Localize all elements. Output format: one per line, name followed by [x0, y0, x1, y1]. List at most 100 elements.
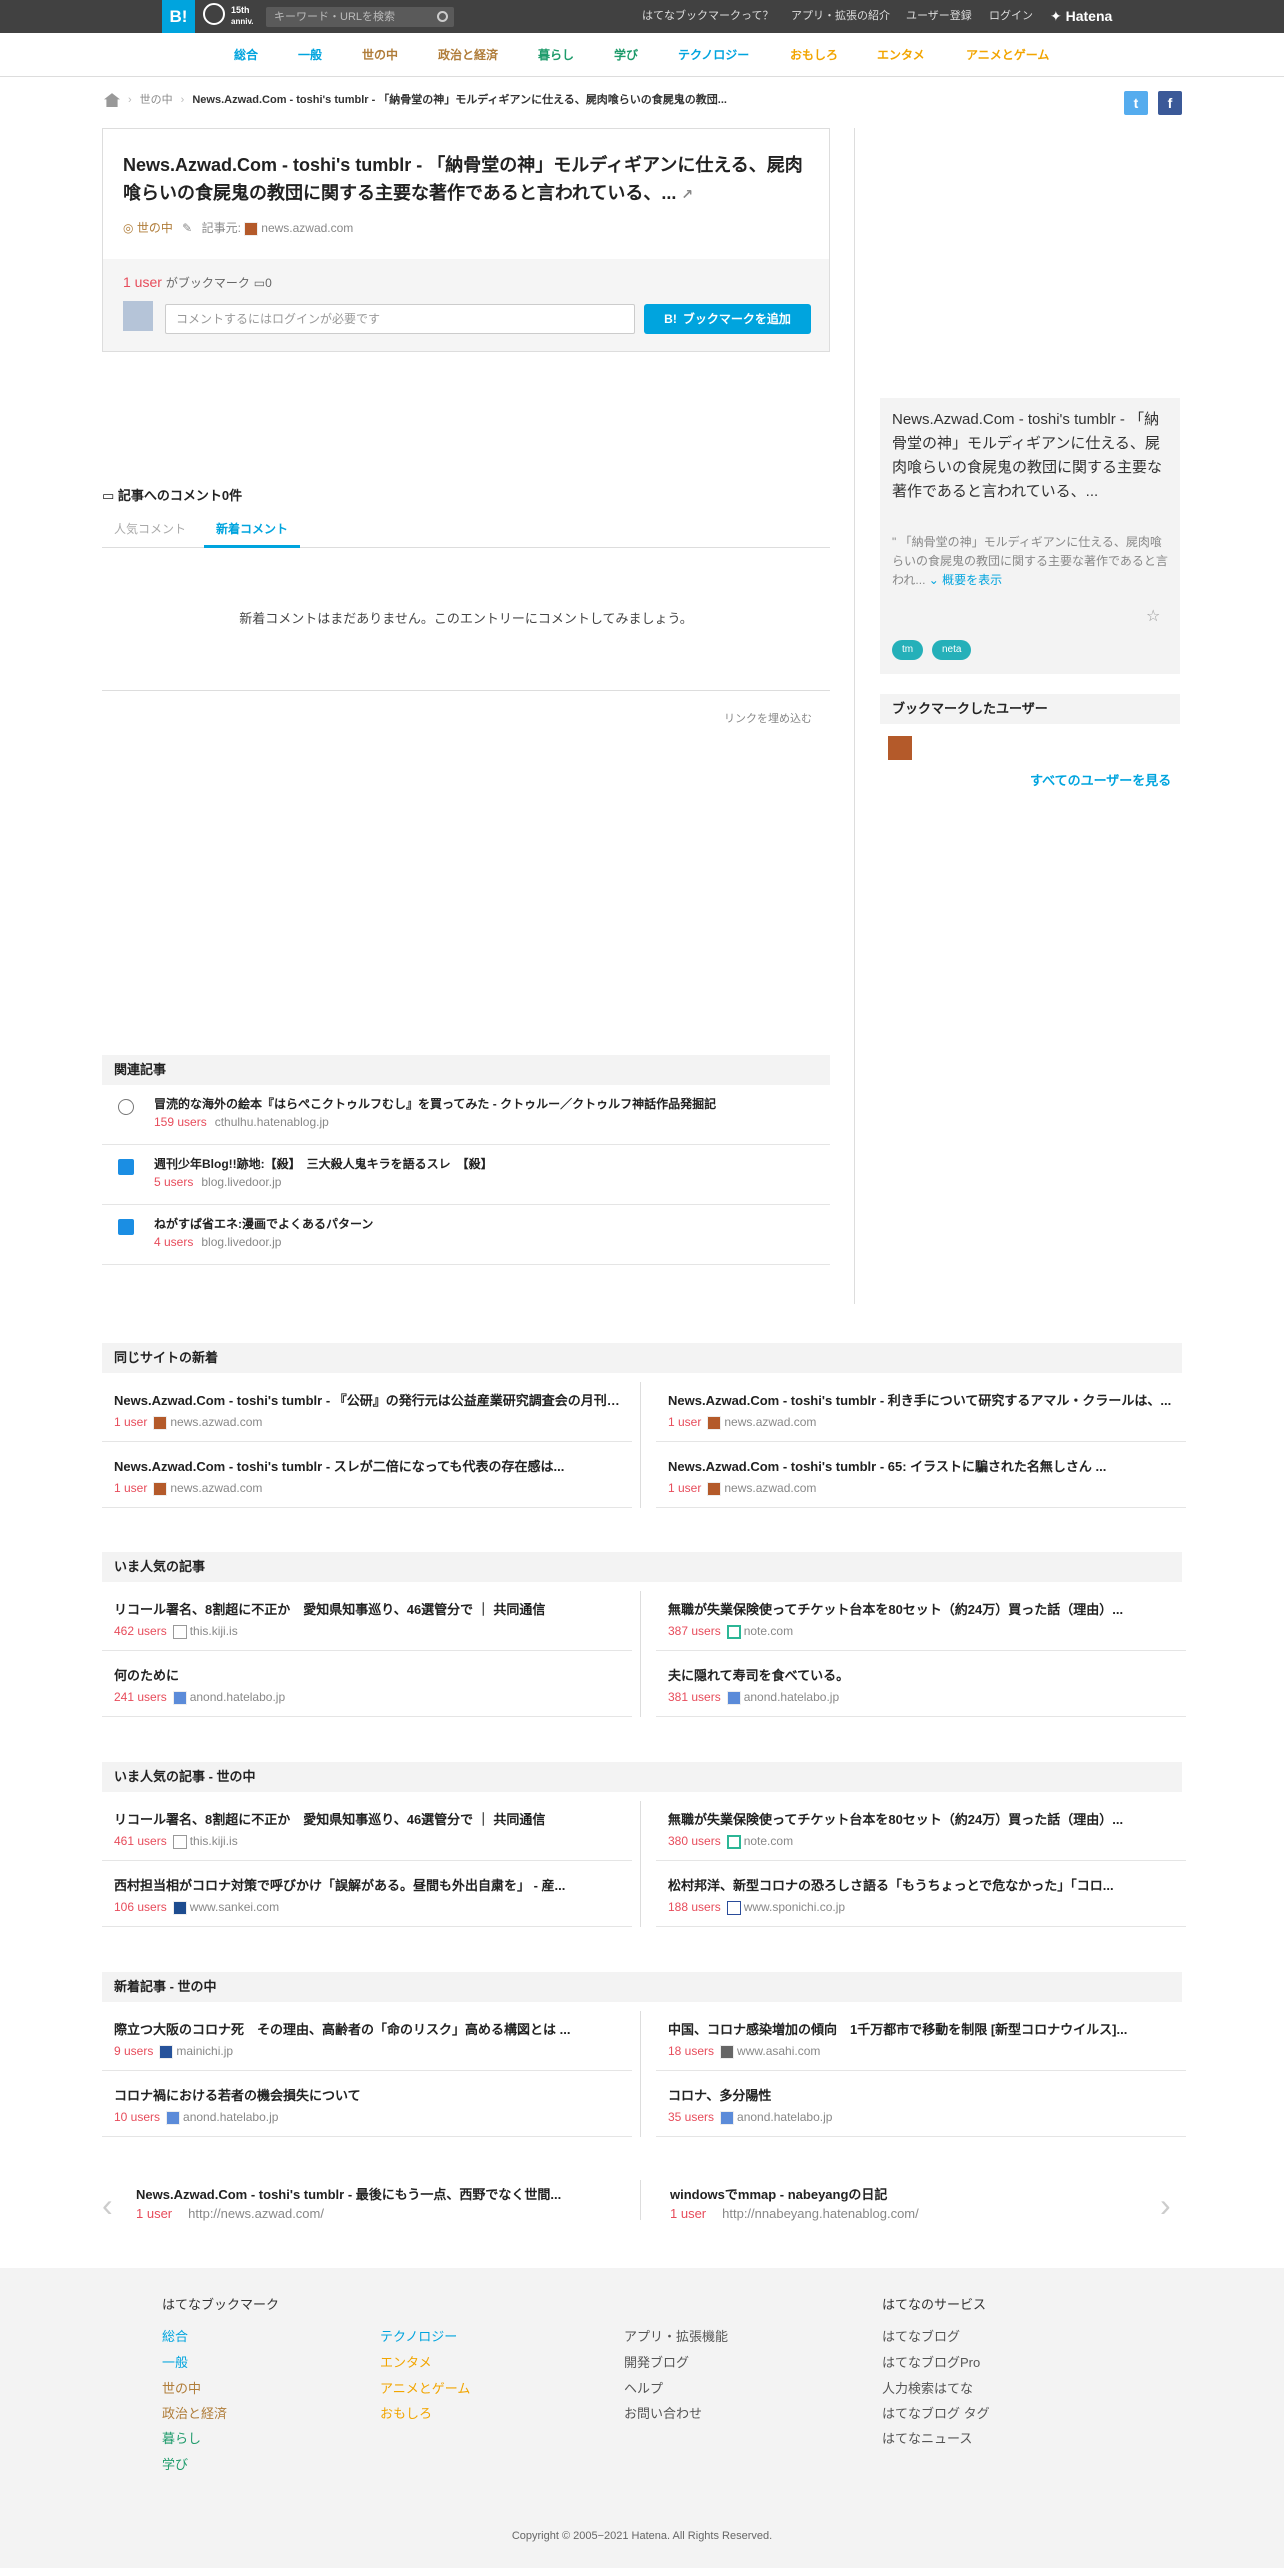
footer-link[interactable]: 学び — [162, 2454, 188, 2473]
list-item[interactable]: 松村邦洋、新型コロナの恐ろしさ語る「もうちょっとで危なかった」「コロ... 188… — [656, 1861, 1186, 1927]
list-item[interactable]: 無職が失業保険使ってチケット台本を80セット（約24万）買った話（理由）... 3… — [656, 1585, 1186, 1651]
list-item[interactable]: News.Azwad.Com - toshi's tumblr - 利き手につい… — [656, 1376, 1186, 1442]
bookmark-count[interactable]: 1 user がブックマーク ▭0 — [123, 274, 272, 291]
footer-link[interactable]: お問い合わせ — [624, 2403, 702, 2422]
breadcrumb-category[interactable]: 世の中 — [140, 94, 173, 106]
column-divider — [854, 128, 855, 1304]
facebook-share-icon[interactable]: f — [1158, 91, 1182, 115]
chevron-left-icon[interactable]: ‹ — [102, 2189, 113, 2221]
list-item[interactable]: 西村担当相がコロナ対策で呼びかけ「誤解がある。昼間も外出自粛を」 - 産... 1… — [102, 1861, 632, 1927]
list-item[interactable]: リコール署名、8割超に不正か 愛知県知事巡り、46選管分で ｜ 共同通信 461 … — [102, 1795, 632, 1861]
summary-desc: " 「納骨堂の神」モルディギアンに仕える、屍肉喰らいの食屍鬼の教団に関する主要な… — [892, 535, 1168, 587]
entry-summary-box: News.Azwad.Com - toshi's tumblr - 「納骨堂の神… — [880, 398, 1180, 674]
nav-item-game[interactable]: アニメとゲーム — [966, 33, 1049, 77]
nav-item-society[interactable]: 世の中 — [362, 33, 398, 77]
footer-link[interactable]: はてなブログPro — [882, 2352, 980, 2371]
footer: はてなブックマーク はてなのサービス 総合 一般 世の中 政治と経済 暮らし 学… — [0, 2268, 1284, 2568]
list-item[interactable]: 中国、コロナ感染増加の傾向 1千万都市で移動を制限 [新型コロナウイルス]...… — [656, 2005, 1186, 2071]
edit-icon[interactable]: ✎ — [182, 221, 192, 235]
nav-item-it[interactable]: テクノロジー — [678, 33, 749, 77]
all-users-link[interactable]: すべてのユーザーを見る — [1030, 770, 1171, 789]
divider — [640, 1591, 641, 1717]
footer-link[interactable]: 政治と経済 — [162, 2403, 227, 2422]
footer-link[interactable]: はてなブログ タグ — [882, 2403, 990, 2422]
list-item[interactable]: 何のために 241 users anond.hatelabo.jp — [102, 1651, 632, 1717]
list-item[interactable]: News.Azwad.Com - toshi's tumblr - 65: イラ… — [656, 1442, 1186, 1508]
footer-link[interactable]: 開発ブログ — [624, 2352, 689, 2371]
twitter-share-icon[interactable]: t — [1124, 91, 1148, 115]
related-item[interactable]: ねがすば省エネ:漫画でよくあるパターン 4 users blog.livedoor… — [102, 1205, 830, 1265]
footer-link[interactable]: 世の中 — [162, 2378, 201, 2397]
comment-icon: ▭ — [102, 488, 115, 503]
signup-link[interactable]: ユーザー登録 — [906, 0, 972, 33]
footer-link[interactable]: 総合 — [162, 2326, 188, 2345]
list-item[interactable]: News.Azwad.Com - toshi's tumblr - 『公研』の発… — [102, 1376, 632, 1442]
star-icon[interactable]: ☆ — [1146, 606, 1160, 626]
list-item[interactable]: コロナ、多分陽性 35 users anond.hatelabo.jp — [656, 2071, 1186, 2137]
about-link[interactable]: はてなブックマークって？ — [642, 0, 773, 33]
footer-link[interactable]: 人力検索はてな — [882, 2378, 973, 2397]
tag-tm[interactable]: tm — [892, 640, 924, 660]
prev-entry-title[interactable]: News.Azwad.Com - toshi's tumblr - 最後にもう一… — [136, 2184, 561, 2203]
footer-link[interactable]: はてなブログ — [882, 2326, 960, 2345]
footer-link[interactable]: おもしろ — [380, 2403, 432, 2422]
nav-item-general[interactable]: 一般 — [298, 33, 322, 77]
nav-item-knowledge[interactable]: 学び — [614, 33, 638, 77]
comment-tabs: 人気コメント 新着コメント — [102, 514, 830, 548]
list-item[interactable]: News.Azwad.Com - toshi's tumblr - スレが二倍に… — [102, 1442, 632, 1508]
search-input[interactable]: キーワード・URLを検索 — [266, 7, 454, 27]
tab-new-comments[interactable]: 新着コメント — [204, 514, 301, 548]
top-bar: B! 15th anniv. キーワード・URLを検索 はてなブックマークって？ … — [0, 0, 1284, 33]
nav-item-general-all[interactable]: 総合 — [234, 33, 258, 77]
tab-popular-comments[interactable]: 人気コメント — [102, 514, 198, 548]
bookmark-users-heading: ブックマークしたユーザー — [880, 694, 1180, 724]
show-summary-link[interactable]: ⌄ 概要を表示 — [929, 573, 1002, 587]
footer-link[interactable]: はてなニュース — [882, 2428, 972, 2447]
nav-item-fun[interactable]: おもしろ — [790, 33, 838, 77]
tag-neta[interactable]: neta — [932, 640, 972, 660]
embed-link[interactable]: リンクを埋め込む — [724, 710, 812, 726]
footer-link[interactable]: ヘルプ — [624, 2378, 663, 2397]
list-item[interactable]: 際立つ大阪のコロナ死 その理由、高齢者の「命のリスク」高める構図とは ... 9 … — [102, 2005, 632, 2071]
apps-link[interactable]: アプリ・拡張の紹介 — [791, 0, 890, 33]
bookmark-user-avatar[interactable] — [888, 736, 912, 760]
next-entry-title[interactable]: windowsでmmap - nabeyangの日記 — [670, 2184, 887, 2203]
footer-link[interactable]: 一般 — [162, 2352, 188, 2371]
footer-link[interactable]: エンタメ — [380, 2352, 432, 2371]
related-heading: 関連記事 — [102, 1055, 830, 1085]
entry-title[interactable]: News.Azwad.Com - toshi's tumblr - 「納骨堂の神… — [123, 151, 813, 208]
anniversary-logo: 15th anniv. — [203, 3, 254, 30]
home-icon[interactable] — [104, 93, 120, 108]
list-item[interactable]: 夫に隠れて寿司を食べている。 381 users anond.hatelabo.jp — [656, 1651, 1186, 1717]
chevron-right-icon[interactable]: › — [1160, 2189, 1171, 2221]
breadcrumb-current: News.Azwad.Com - toshi's tumblr - 「納骨堂の神… — [192, 94, 727, 106]
footer-link[interactable]: 暮らし — [162, 2428, 201, 2447]
hatena-bookmark-logo[interactable]: B! — [162, 0, 195, 33]
nav-item-life[interactable]: 暮らし — [538, 33, 574, 77]
entry-category[interactable]: ◎ 世の中 — [123, 221, 173, 235]
search-icon[interactable] — [437, 11, 448, 22]
popular-heading: いま人気の記事 — [102, 1552, 1182, 1582]
hatena-brand[interactable]: ✦ Hatena — [1050, 0, 1112, 33]
list-item[interactable]: リコール署名、8割超に不正か 愛知県知事巡り、46選管分で ｜ 共同通信 462 … — [102, 1585, 632, 1651]
comment-input[interactable]: コメントするにはログインが必要です — [165, 304, 635, 334]
footer-link[interactable]: アプリ・拡張機能 — [624, 2326, 728, 2345]
nav-item-politics[interactable]: 政治と経済 — [438, 33, 498, 77]
footer-link[interactable]: テクノロジー — [380, 2326, 457, 2345]
add-bookmark-button[interactable]: B! ブックマークを追加 — [644, 304, 811, 334]
summary-title[interactable]: News.Azwad.Com - toshi's tumblr - 「納骨堂の神… — [892, 408, 1168, 504]
cthulhu-favicon-icon — [118, 1099, 134, 1115]
list-item[interactable]: 無職が失業保険使ってチケット台本を80セット（約24万）買った話（理由）... 3… — [656, 1795, 1186, 1861]
login-link[interactable]: ログイン — [989, 0, 1033, 33]
related-item[interactable]: 週刊少年Blog!!跡地:【殺】 三大殺人鬼キラを語るスレ 【殺】 5 user… — [102, 1145, 830, 1205]
list-item[interactable]: コロナ禍における若者の機会損失について 10 users anond.hatelab… — [102, 2071, 632, 2137]
avatar — [123, 301, 153, 331]
divider — [640, 2011, 641, 2137]
livedoor-favicon-icon — [118, 1219, 134, 1235]
related-item[interactable]: 冒涜的な海外の絵本『はらぺこクトゥルフむし』を買ってみた - クトゥルー／クトゥ… — [102, 1085, 830, 1145]
external-link-icon[interactable]: ↗ — [681, 186, 693, 202]
footer-link[interactable]: アニメとゲーム — [380, 2378, 470, 2397]
entry-source[interactable]: news.azwad.com — [261, 221, 353, 235]
nav-item-entertainment[interactable]: エンタメ — [877, 33, 925, 77]
divider — [640, 2180, 641, 2220]
